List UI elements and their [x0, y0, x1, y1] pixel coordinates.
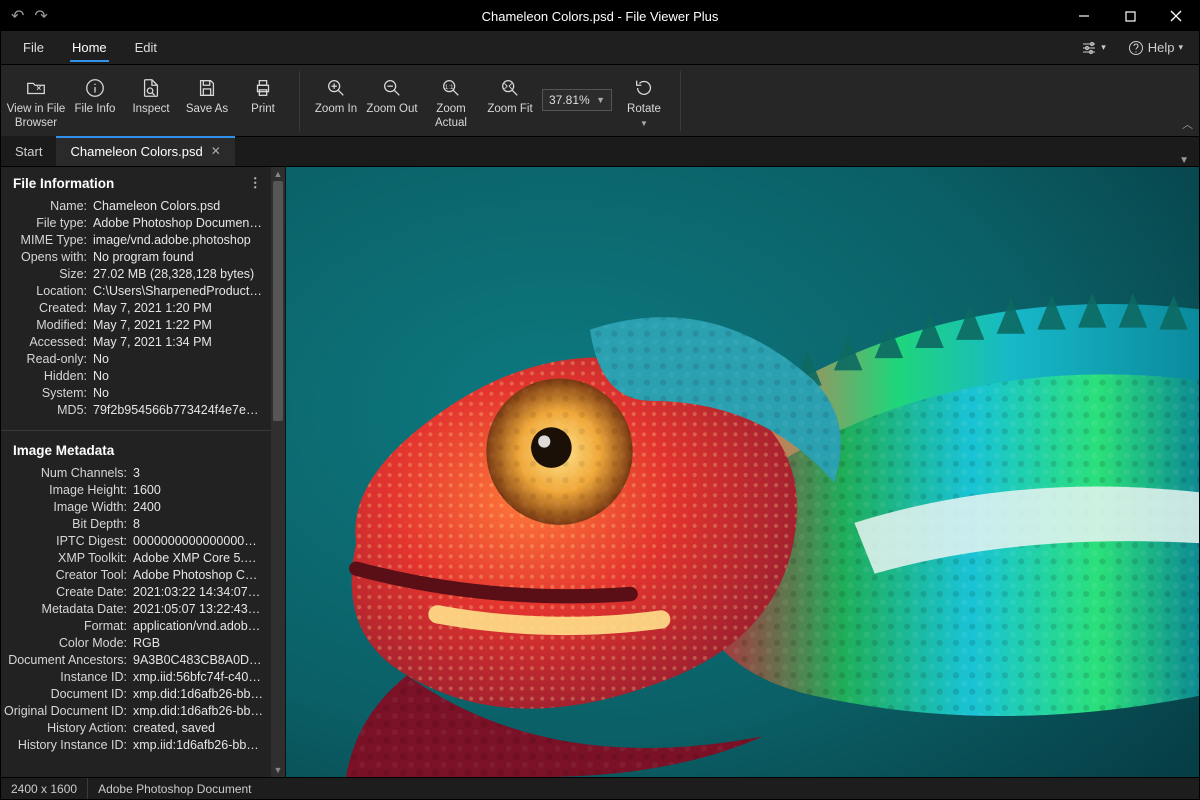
rotate-icon — [632, 77, 656, 99]
info-icon — [83, 77, 107, 99]
inspect-button[interactable]: Inspect — [123, 71, 179, 129]
inspect-icon — [139, 77, 163, 99]
zoom-in-button[interactable]: Zoom In — [308, 71, 364, 129]
menu-edit[interactable]: Edit — [121, 34, 171, 61]
rotate-button[interactable]: Rotate ▼ — [616, 71, 672, 129]
file-info-list: Name:Chameleon Colors.psd File type:Adob… — [1, 197, 271, 426]
maximize-icon — [1125, 11, 1136, 22]
chevron-down-icon: ▼ — [596, 95, 605, 105]
panel-menu-icon[interactable]: ⋮ — [249, 175, 264, 191]
zoom-out-icon — [380, 77, 404, 99]
zoom-level-value: 37.81% — [549, 93, 590, 107]
menu-file[interactable]: File — [9, 34, 58, 61]
minimize-button[interactable] — [1061, 1, 1107, 31]
content: File Information ⋮ Name:Chameleon Colors… — [1, 167, 1199, 777]
redo-icon[interactable]: ↷ — [34, 6, 47, 26]
folder-open-icon — [24, 77, 48, 99]
window-title: Chameleon Colors.psd - File Viewer Plus — [1, 9, 1199, 24]
titlebar: ↶ ↷ Chameleon Colors.psd - File Viewer P… — [1, 1, 1199, 31]
zoom-fit-icon — [498, 77, 522, 99]
help-label: Help — [1148, 40, 1175, 55]
help-menu-button[interactable]: Help ▾ — [1120, 36, 1191, 60]
metadata-list: Num Channels:3 Image Height:1600 Image W… — [1, 464, 271, 761]
close-button[interactable] — [1153, 1, 1199, 31]
close-icon — [1170, 10, 1182, 22]
menubar: File Home Edit ▾ Help ▾ — [1, 31, 1199, 65]
sliders-icon — [1081, 40, 1097, 56]
document-tabs: Start Chameleon Colors.psd ✕ ▼ — [1, 137, 1199, 167]
zoom-in-icon — [324, 77, 348, 99]
zoom-actual-icon: 1:1 — [439, 77, 463, 99]
image-viewer[interactable] — [286, 167, 1199, 777]
view-in-file-browser-button[interactable]: View in File Browser — [5, 71, 67, 129]
statusbar: 2400 x 1600 Adobe Photoshop Document — [1, 777, 1199, 799]
chevron-down-icon: ▼ — [640, 119, 648, 128]
print-icon — [251, 77, 275, 99]
zoom-actual-button[interactable]: 1:1 Zoom Actual — [420, 71, 482, 129]
image-preview — [286, 167, 1199, 777]
save-icon — [195, 77, 219, 99]
save-as-button[interactable]: Save As — [179, 71, 235, 129]
tab-start[interactable]: Start — [1, 136, 56, 166]
file-info-button[interactable]: File Info — [67, 71, 123, 129]
tabs-overflow-button[interactable]: ▼ — [1169, 155, 1199, 166]
zoom-out-button[interactable]: Zoom Out — [364, 71, 420, 129]
sidebar-scrollbar[interactable]: ▲ ▼ — [271, 167, 285, 777]
help-icon — [1128, 40, 1144, 56]
settings-menu-button[interactable]: ▾ — [1073, 36, 1114, 60]
info-sidebar: File Information ⋮ Name:Chameleon Colors… — [1, 167, 286, 777]
tab-close-icon[interactable]: ✕ — [211, 144, 221, 158]
minimize-icon — [1078, 10, 1090, 22]
collapse-ribbon-button[interactable]: ︿ — [1182, 116, 1193, 132]
zoom-fit-button[interactable]: Zoom Fit — [482, 71, 538, 129]
zoom-level-dropdown[interactable]: 37.81% ▼ — [542, 89, 612, 111]
tab-file[interactable]: Chameleon Colors.psd ✕ — [56, 136, 234, 166]
scroll-down-icon[interactable]: ▼ — [271, 763, 285, 777]
status-filetype: Adobe Photoshop Document — [88, 778, 261, 799]
undo-icon[interactable]: ↶ — [11, 6, 24, 26]
svg-text:1:1: 1:1 — [445, 84, 454, 91]
print-button[interactable]: Print — [235, 71, 291, 129]
status-dimensions: 2400 x 1600 — [1, 778, 88, 799]
app-window: ↶ ↷ Chameleon Colors.psd - File Viewer P… — [0, 0, 1200, 800]
scroll-up-icon[interactable]: ▲ — [271, 167, 285, 181]
menu-home[interactable]: Home — [58, 34, 121, 61]
maximize-button[interactable] — [1107, 1, 1153, 31]
metadata-panel-header: Image Metadata — [1, 435, 271, 464]
toolbar: View in File Browser File Info Inspect S… — [1, 65, 1199, 137]
file-info-panel-header: File Information ⋮ — [1, 167, 271, 197]
